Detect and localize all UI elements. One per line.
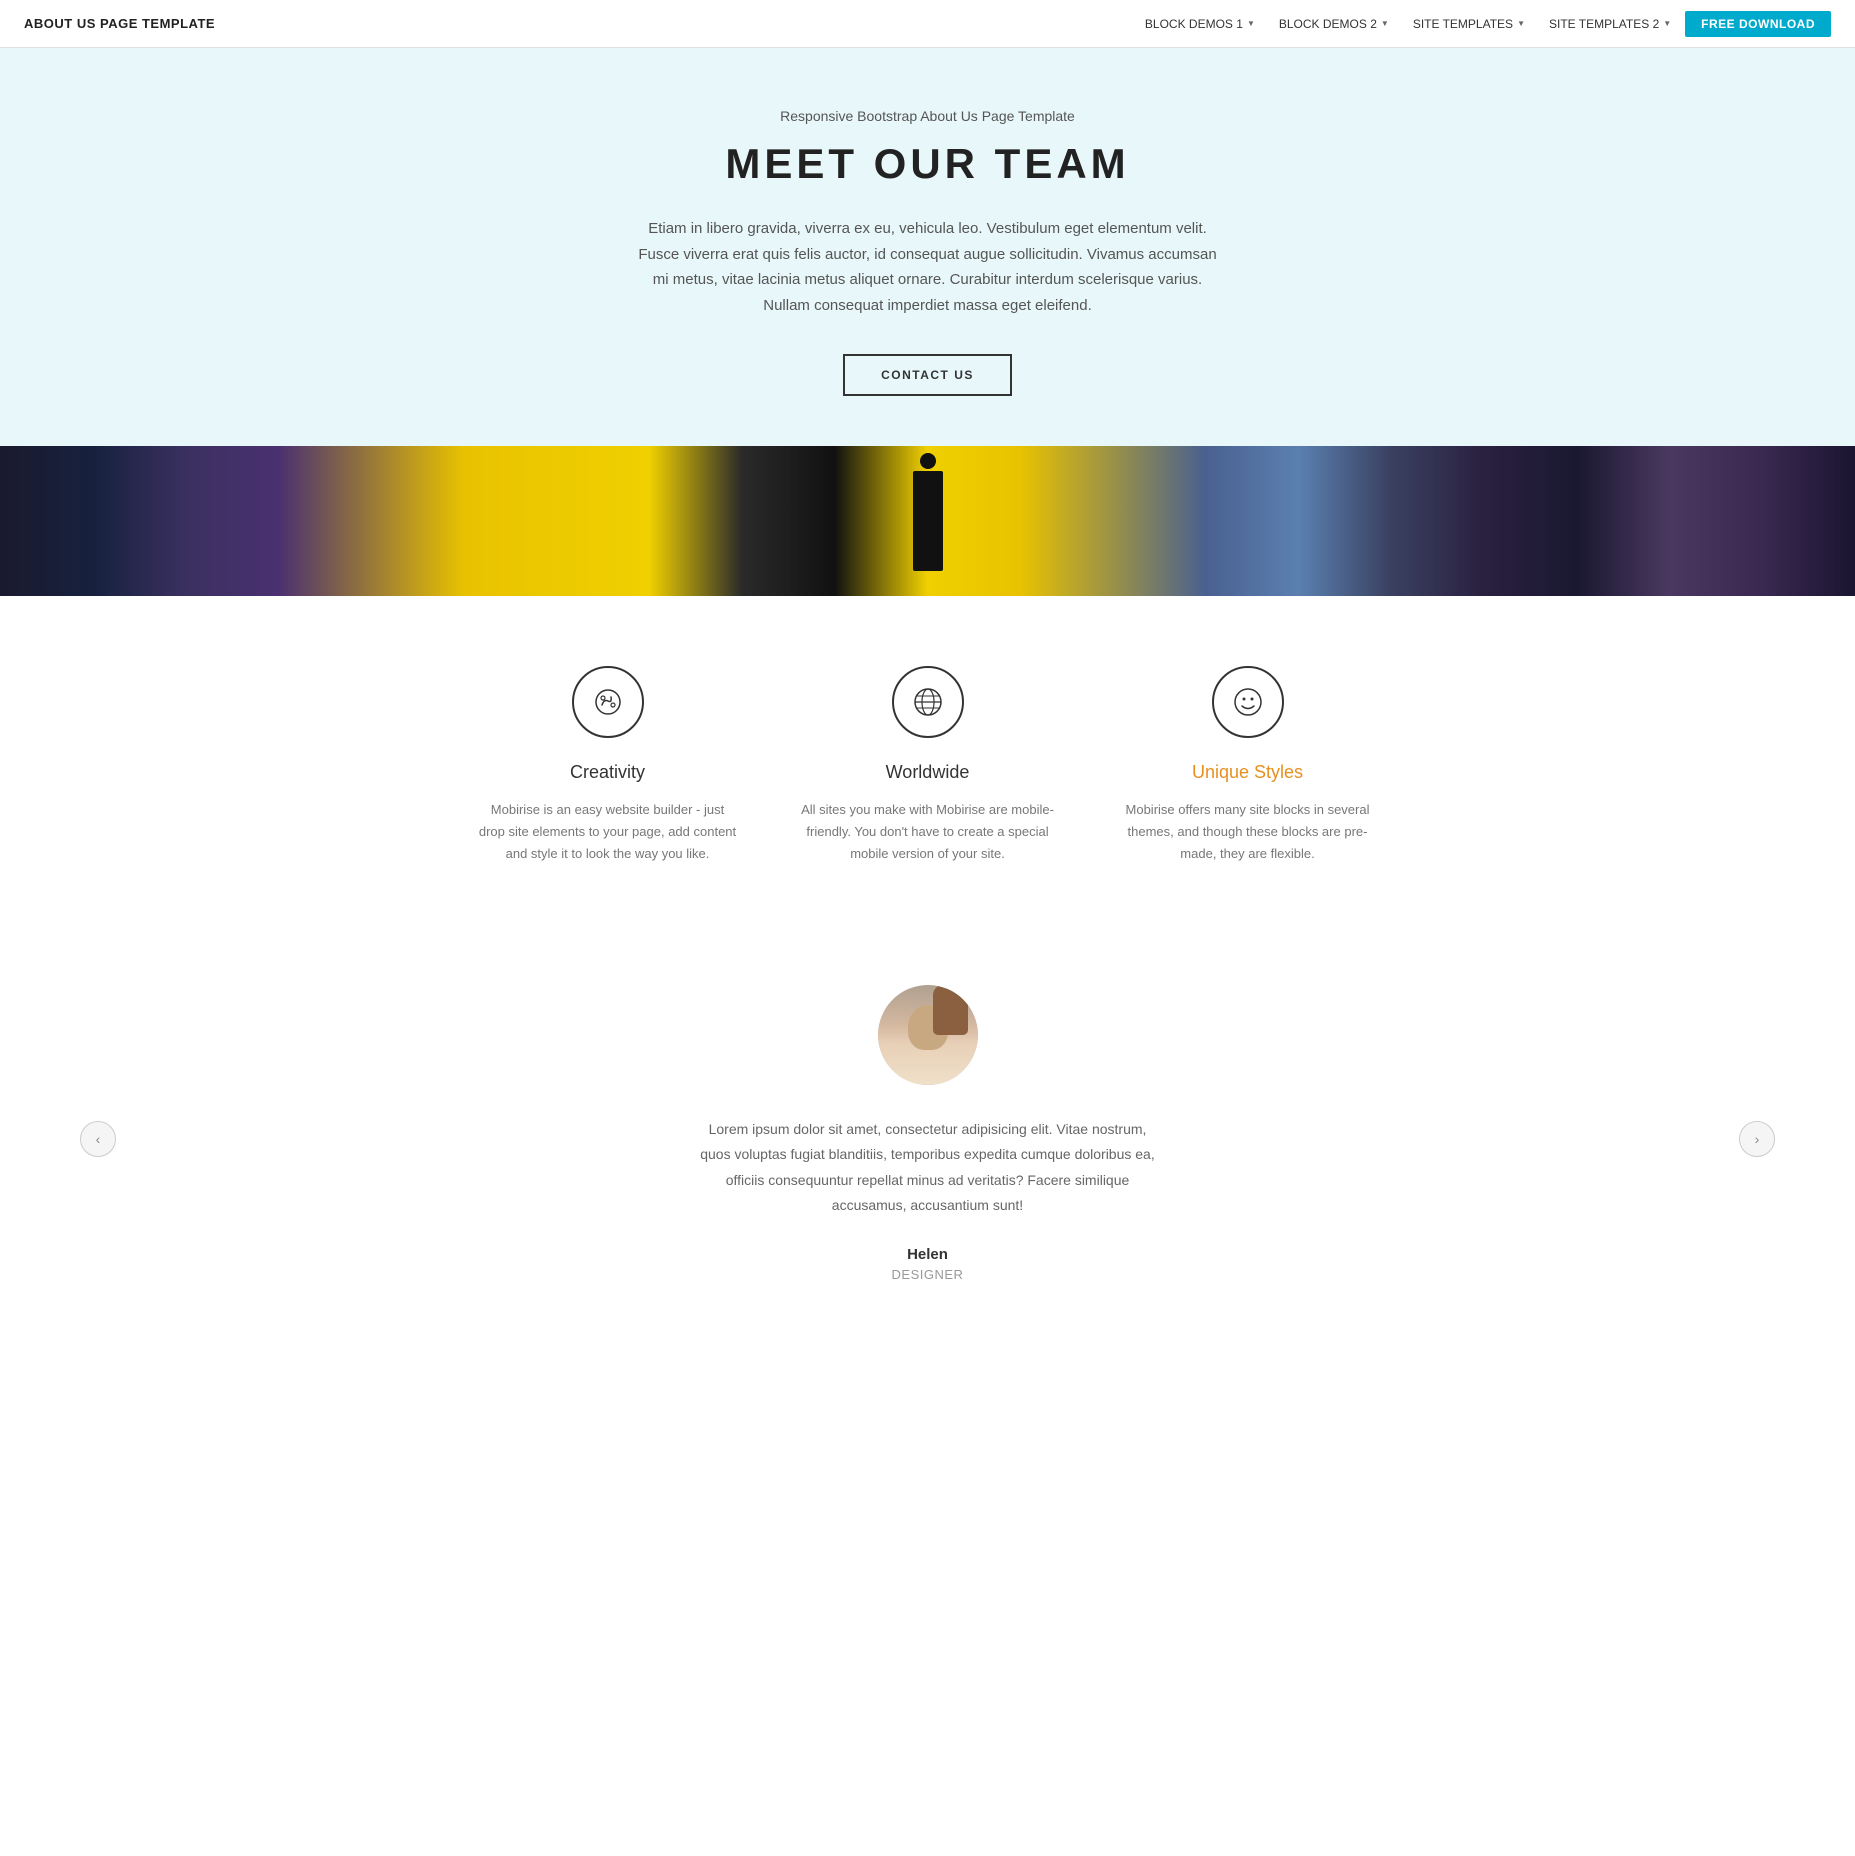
creativity-desc: Mobirise is an easy website builder - ju…: [478, 799, 738, 865]
avatar-image: [878, 985, 978, 1085]
navbar: ABOUT US PAGE TEMPLATE BLOCK DEMOS 1 ▼ B…: [0, 0, 1855, 48]
testimonial-name: Helen: [20, 1246, 1835, 1263]
free-download-button[interactable]: FREE DOWNLOAD: [1685, 11, 1831, 37]
unique-styles-title: Unique Styles: [1118, 762, 1378, 783]
nav-links: BLOCK DEMOS 1 ▼ BLOCK DEMOS 2 ▼ SITE TEM…: [1135, 11, 1831, 37]
hero-section: Responsive Bootstrap About Us Page Templ…: [0, 48, 1855, 446]
prev-arrow-button[interactable]: ‹: [80, 1121, 116, 1157]
testimonial-role: DESIGNER: [20, 1267, 1835, 1282]
testimonial-text: Lorem ipsum dolor sit amet, consectetur …: [698, 1117, 1158, 1218]
unique-styles-desc: Mobirise offers many site blocks in seve…: [1118, 799, 1378, 865]
features-grid: Creativity Mobirise is an easy website b…: [478, 666, 1378, 865]
worldwide-desc: All sites you make with Mobirise are mob…: [798, 799, 1058, 865]
hero-text: Etiam in libero gravida, viverra ex eu, …: [638, 216, 1218, 318]
creativity-icon: [572, 666, 644, 738]
feature-worldwide: Worldwide All sites you make with Mobiri…: [798, 666, 1058, 865]
chevron-down-icon: ▼: [1517, 19, 1525, 28]
contact-us-button[interactable]: CONTACT US: [843, 354, 1012, 396]
feature-unique-styles: Unique Styles Mobirise offers many site …: [1118, 666, 1378, 865]
features-section: Creativity Mobirise is an easy website b…: [0, 596, 1855, 925]
banner-overlay: [0, 446, 1855, 596]
hero-subtitle: Responsive Bootstrap About Us Page Templ…: [20, 108, 1835, 124]
worldwide-icon: [892, 666, 964, 738]
nav-block-demos-1[interactable]: BLOCK DEMOS 1 ▼: [1135, 13, 1265, 35]
testimonial-section: Lorem ipsum dolor sit amet, consectetur …: [0, 925, 1855, 1352]
feature-creativity: Creativity Mobirise is an easy website b…: [478, 666, 738, 865]
nav-block-demos-2[interactable]: BLOCK DEMOS 2 ▼: [1269, 13, 1399, 35]
next-arrow-button[interactable]: ›: [1739, 1121, 1775, 1157]
worldwide-title: Worldwide: [798, 762, 1058, 783]
nav-brand: ABOUT US PAGE TEMPLATE: [24, 16, 215, 31]
nav-site-templates[interactable]: SITE TEMPLATES ▼: [1403, 13, 1535, 35]
chevron-down-icon: ▼: [1247, 19, 1255, 28]
hero-title: MEET OUR TEAM: [20, 140, 1835, 188]
chevron-down-icon: ▼: [1663, 19, 1671, 28]
creativity-title: Creativity: [478, 762, 738, 783]
silhouette-figure: [913, 471, 943, 571]
chevron-down-icon: ▼: [1381, 19, 1389, 28]
banner-image: [0, 446, 1855, 596]
nav-site-templates-2[interactable]: SITE TEMPLATES 2 ▼: [1539, 13, 1681, 35]
testimonial-avatar: [878, 985, 978, 1085]
unique-styles-icon: [1212, 666, 1284, 738]
